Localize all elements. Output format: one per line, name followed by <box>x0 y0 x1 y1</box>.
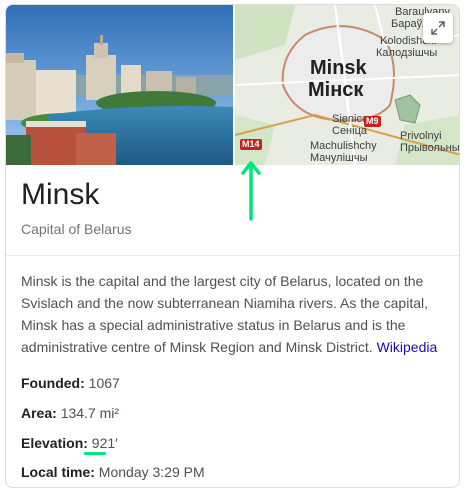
divider <box>6 255 459 256</box>
road-marker-m14: M14 <box>240 139 262 150</box>
city-photo-image <box>6 5 233 165</box>
fact-local-time-value: Monday 3:29 PM <box>98 464 205 480</box>
fact-local-time: Local time: Monday 3:29 PM <box>21 464 205 480</box>
description-text: Minsk is the capital and the largest cit… <box>21 273 428 355</box>
annotation-arrow <box>241 161 261 221</box>
map-label-kolodishchi-cyrillic: Калодзішчы <box>376 47 438 59</box>
map-label-privolnyi-latin: Privolnyi <box>400 130 442 142</box>
fact-founded: Founded: 1067 <box>21 375 120 391</box>
city-photo[interactable] <box>6 5 233 165</box>
fact-area-label[interactable]: Area: <box>21 405 57 421</box>
city-map[interactable]: Baraulyany Бараўляны Kolodishchi Калодзі… <box>235 5 460 165</box>
map-label-sienica-cyrillic: Сеніца <box>332 125 367 137</box>
fact-local-time-label[interactable]: Local time: <box>21 464 95 480</box>
annotation-underline <box>84 452 106 455</box>
map-label-machulishchy-cyrillic: Мачулішчы <box>310 152 368 164</box>
entity-description: Minsk is the capital and the largest cit… <box>21 270 446 358</box>
fact-area-value: 134.7 mi² <box>60 405 120 421</box>
wikipedia-link[interactable]: Wikipedia <box>377 339 438 355</box>
map-label-privolnyi-cyrillic: Прывольны <box>400 142 460 154</box>
knowledge-panel: Baraulyany Бараўляны Kolodishchi Калодзі… <box>5 4 460 488</box>
map-city-name-cyrillic: Мінск <box>308 79 364 101</box>
fact-founded-label[interactable]: Founded: <box>21 375 85 391</box>
expand-map-button[interactable] <box>423 13 453 43</box>
fact-elevation-label[interactable]: Elevation: <box>21 435 88 451</box>
fact-elevation-value: 921′ <box>91 435 118 451</box>
map-label-sienica-latin: Sienica <box>332 113 369 125</box>
fact-founded-value: 1067 <box>88 375 120 391</box>
entity-subtitle: Capital of Belarus <box>21 221 132 237</box>
map-city-name-latin: Minsk <box>310 57 367 79</box>
entity-title: Minsk <box>21 178 100 211</box>
fact-area: Area: 134.7 mi² <box>21 405 119 421</box>
road-marker-m9: M9 <box>364 116 381 127</box>
fact-elevation: Elevation: 921′ <box>21 435 118 451</box>
expand-icon <box>431 21 445 35</box>
map-label-machulishchy-latin: Machulishchy <box>310 140 377 152</box>
